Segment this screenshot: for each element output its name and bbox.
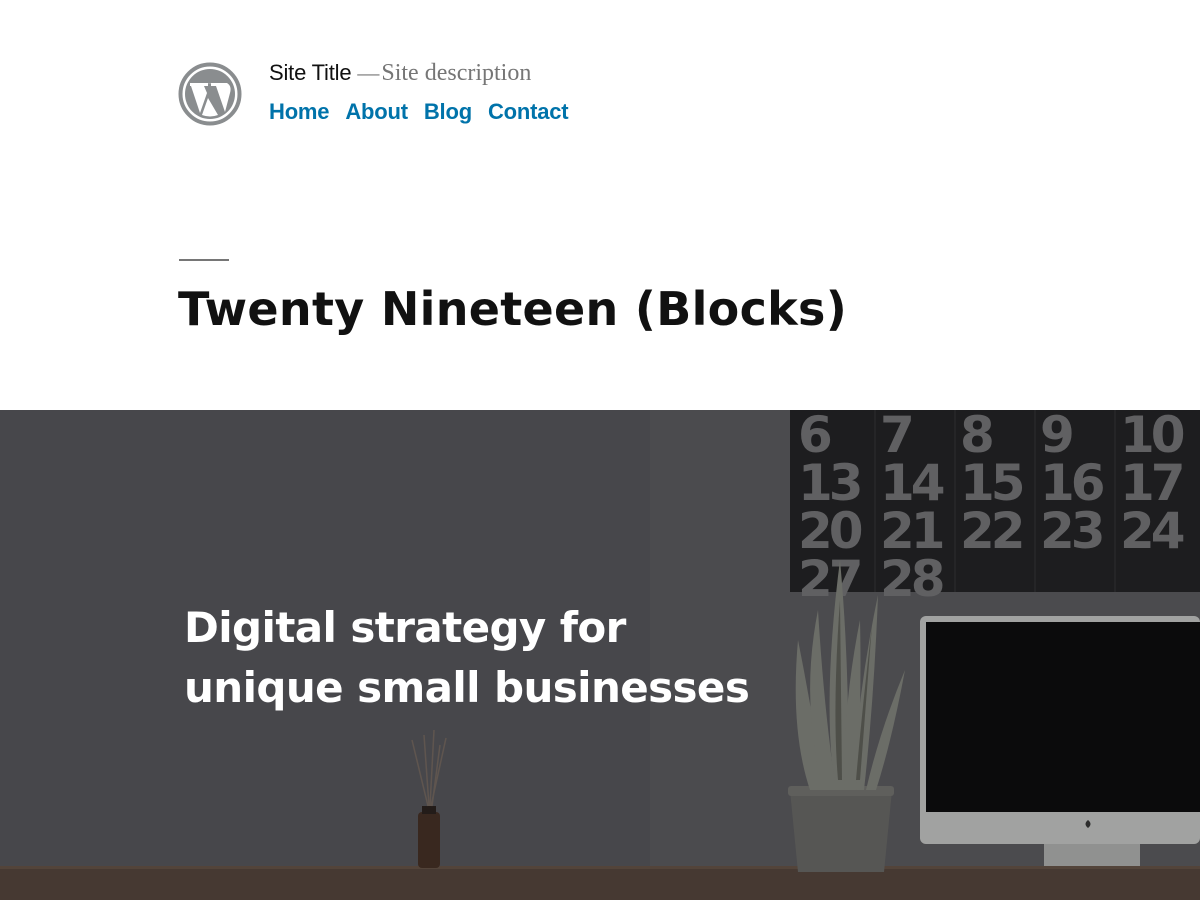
nav-item-about[interactable]: About [345, 99, 408, 125]
nav-item-contact[interactable]: Contact [488, 99, 569, 125]
nav-item-blog[interactable]: Blog [424, 99, 472, 125]
title-separator: — [357, 60, 380, 85]
nav-item-home[interactable]: Home [269, 99, 330, 125]
hero-heading-line-2: unique small businesses [184, 663, 750, 712]
site-branding: Site Title —Site description [269, 60, 531, 87]
hero-cover: 6 7 8 9 10 13 14 15 16 17 20 21 22 23 24 27 28 [0, 410, 1200, 900]
site-title[interactable]: Site Title [269, 60, 352, 85]
page-title: Twenty Nineteen (Blocks) [178, 282, 848, 336]
site-description: Site description [381, 60, 532, 86]
hero-heading-line-1: Digital strategy for [184, 603, 626, 652]
title-divider [179, 259, 229, 261]
wordpress-logo-icon[interactable] [178, 62, 242, 126]
wordpress-logo-icon-graphic [178, 62, 242, 126]
site-header: Site Title —Site description Home About B… [0, 0, 1200, 410]
main-navigation: Home About Blog Contact [269, 99, 569, 125]
hero-heading: Digital strategy for unique small busine… [184, 598, 804, 718]
